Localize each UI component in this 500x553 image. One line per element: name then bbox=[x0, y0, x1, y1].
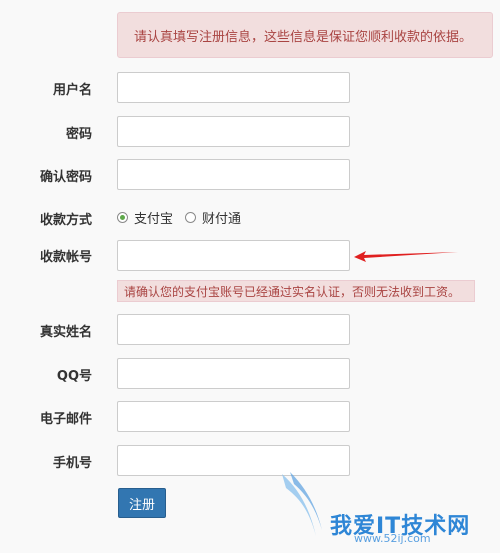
payment-option-tenpay-label: 财付通 bbox=[202, 211, 242, 227]
password-input[interactable] bbox=[117, 116, 350, 147]
payment-option-alipay-label: 支付宝 bbox=[134, 211, 174, 227]
radio-checked-icon[interactable] bbox=[117, 211, 128, 223]
account-label: 收款帐号 bbox=[39, 250, 92, 265]
real-name-input[interactable] bbox=[117, 314, 350, 345]
notice-banner: 请认真填写注册信息，这些信息是保证您顺利收款的依据。 bbox=[117, 12, 493, 58]
phone-label: 手机号 bbox=[52, 456, 92, 471]
confirm-password-input[interactable] bbox=[117, 159, 350, 190]
radio-unchecked-icon[interactable] bbox=[185, 211, 197, 223]
account-input[interactable] bbox=[117, 240, 350, 271]
payment-method-radio-group: 支付宝 财付通 bbox=[117, 208, 253, 227]
payment-option-alipay[interactable]: 支付宝 bbox=[117, 208, 173, 227]
username-label: 用户名 bbox=[52, 83, 92, 98]
confirm-password-label: 确认密码 bbox=[39, 170, 92, 185]
payment-method-label: 收款方式 bbox=[39, 213, 92, 228]
username-input[interactable] bbox=[117, 72, 350, 103]
email-label: 电子邮件 bbox=[39, 412, 92, 427]
payment-option-tenpay[interactable]: 财付通 bbox=[185, 208, 241, 227]
account-warning: 请确认您的支付宝账号已经通过实名认证，否则无法收到工资。 bbox=[117, 280, 475, 302]
real-name-label: 真实姓名 bbox=[39, 325, 92, 340]
qq-input[interactable] bbox=[117, 358, 350, 389]
red-arrow-icon bbox=[354, 251, 458, 262]
qq-label: QQ号 bbox=[56, 369, 92, 384]
password-label: 密码 bbox=[65, 127, 92, 142]
email-input[interactable] bbox=[117, 401, 350, 432]
register-button[interactable]: 注册 bbox=[118, 488, 166, 518]
watermark-url: www.52ij.com bbox=[354, 532, 431, 545]
